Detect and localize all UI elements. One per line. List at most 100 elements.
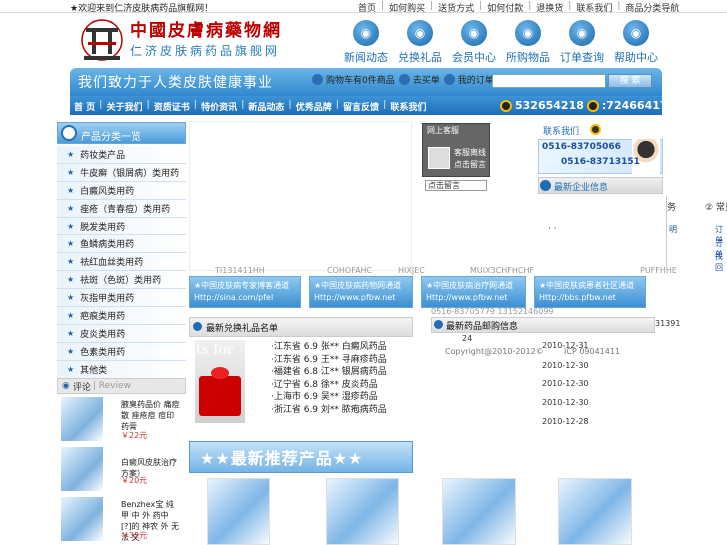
qq-penguin-icon bbox=[500, 99, 512, 112]
nav-basket[interactable]: ◉ 所购物品 bbox=[504, 20, 552, 65]
checkout-icon bbox=[398, 74, 410, 85]
channel-link[interactable]: ★中国皮肤病专家博客通道 Http://sina.com/pfel bbox=[189, 276, 301, 308]
separator: | bbox=[193, 100, 198, 110]
strip-text: MUIX3CHFHCHF bbox=[470, 266, 535, 275]
channel-title: ★中国皮肤病药物网通道 bbox=[314, 281, 402, 290]
gift-entry: ·江东省 6.9 王** 寻麻疹药品 bbox=[271, 354, 387, 365]
search-button[interactable]: 搜 索 bbox=[608, 74, 652, 88]
category-label: 牛皮癣（银屑病）类用药 bbox=[80, 168, 180, 179]
category-item[interactable]: ★ 药妆类产品 bbox=[57, 146, 186, 164]
my-orders-link[interactable]: 我的订单 bbox=[458, 73, 494, 86]
review-label: 评论 bbox=[72, 382, 91, 393]
search-input[interactable] bbox=[492, 74, 606, 88]
product-thumbnail[interactable] bbox=[61, 397, 103, 441]
recommended-product[interactable] bbox=[558, 478, 632, 545]
far-right-link[interactable]: 明 bbox=[669, 224, 677, 235]
category-item[interactable]: ★ 色素类用药 bbox=[57, 342, 186, 361]
nav-item-certs[interactable]: 资质证书 bbox=[154, 100, 190, 113]
category-item[interactable]: ★ 疤痕类用药 bbox=[57, 307, 186, 325]
service-message-link[interactable]: 点击留言 bbox=[454, 159, 486, 170]
nav-item-about[interactable]: 关于我们 bbox=[106, 100, 142, 113]
category-item[interactable]: ★ 痤疮（青春痘）类用药 bbox=[57, 199, 186, 218]
basket-icon: ◉ bbox=[515, 20, 541, 46]
category-label: 祛红血丝类用药 bbox=[80, 258, 144, 269]
category-item[interactable]: ★ 脱发类用药 bbox=[57, 217, 186, 236]
category-item[interactable]: ★ 白癜风类用药 bbox=[57, 181, 186, 200]
nav-news[interactable]: ◉ 新闻动态 bbox=[342, 20, 390, 65]
nav-member[interactable]: ◉ 会员中心 bbox=[450, 20, 498, 65]
channel-title: ★中国皮肤病患者社区通道 bbox=[539, 281, 635, 290]
top-link-categories[interactable]: 商品分类导航 bbox=[625, 1, 679, 14]
review-en-label: | Review bbox=[92, 381, 131, 391]
member-icon: ◉ bbox=[461, 20, 487, 46]
nav-item-home[interactable]: 首 页 bbox=[74, 100, 95, 113]
qq-number-1[interactable]: 532654218 bbox=[515, 99, 584, 112]
welcome-text: ★欢迎来到仁济皮肤病药品旗舰网！ bbox=[70, 4, 214, 14]
recommended-product[interactable] bbox=[326, 478, 399, 545]
top-link-contact[interactable]: 联系我们 bbox=[576, 1, 612, 14]
category-label: 灰指甲类用药 bbox=[80, 294, 135, 305]
nav-help[interactable]: ◉ 帮助中心 bbox=[612, 20, 660, 65]
review-item[interactable]: 白癜风皮肤治疗方案） ￥20元 bbox=[57, 447, 186, 493]
separator: | bbox=[528, 1, 532, 11]
channel-link[interactable]: ★中国皮肤病治疗网通道 Http://www.pfbw.net bbox=[421, 276, 526, 308]
separator: | bbox=[99, 100, 103, 110]
separator: | bbox=[430, 1, 434, 11]
recommended-title: ★★最新推荐产品★★ bbox=[200, 449, 364, 468]
category-label: 色素类用药 bbox=[80, 347, 126, 358]
top-link-payment[interactable]: 如何付款 bbox=[487, 1, 523, 14]
logo-title: 中國皮膚病藥物網 bbox=[130, 21, 282, 41]
review-item-price: ￥22元 bbox=[121, 431, 148, 440]
category-item[interactable]: ★ 祛红血丝类用药 bbox=[57, 253, 186, 272]
category-item[interactable]: ★ 皮炎类用药 bbox=[57, 324, 186, 343]
star-icon: ★ bbox=[67, 185, 75, 195]
far-right-link[interactable]: 找回 bbox=[715, 251, 727, 273]
category-item[interactable]: ★ 鱼鳞病类用药 bbox=[57, 235, 186, 254]
top-link-delivery[interactable]: 送货方式 bbox=[438, 1, 474, 14]
nav-item-specials[interactable]: 特价资讯 bbox=[201, 100, 237, 113]
top-link-how-to-buy[interactable]: 如何购买 bbox=[389, 1, 425, 14]
separator: | bbox=[241, 100, 245, 110]
top-link-returns[interactable]: 退换货 bbox=[536, 1, 563, 14]
review-header: ◉ 评论 | Review bbox=[57, 378, 186, 394]
recommended-product[interactable] bbox=[442, 478, 516, 545]
nav-gift[interactable]: ◉ 兑换礼品 bbox=[396, 20, 444, 65]
channel-link[interactable]: ★中国皮肤病患者社区通道 Http://bbs.pfbw.net bbox=[534, 276, 646, 308]
qq-contacts: 532654218 : 724664172 bbox=[497, 99, 675, 112]
news-date: 2010-12-30 bbox=[542, 361, 589, 370]
product-thumbnail[interactable] bbox=[61, 497, 103, 541]
separator: | bbox=[335, 100, 339, 110]
nav-item-new[interactable]: 新品动态 bbox=[248, 100, 284, 113]
separator: | bbox=[381, 1, 385, 11]
nav-item-feedback[interactable]: 留言反馈 bbox=[343, 100, 379, 113]
category-item[interactable]: ★ 灰指甲类用药 bbox=[57, 289, 186, 308]
gift-header-icon bbox=[193, 322, 202, 331]
channel-url: Http://bbs.pfbw.net bbox=[539, 293, 616, 302]
channel-link[interactable]: ★中国皮肤病药物网通道 Http://www.pfbw.net bbox=[309, 276, 413, 308]
nav-item-contact[interactable]: 联系我们 bbox=[390, 100, 426, 113]
nav-order[interactable]: ◉ 订单查询 bbox=[558, 20, 606, 65]
slogan: 我们致力于人类皮肤健康事业 bbox=[78, 75, 273, 91]
category-label: 白癜风类用药 bbox=[80, 186, 135, 197]
star-icon: ★ bbox=[67, 257, 75, 267]
qq-number-2[interactable]: 724664172 bbox=[606, 99, 675, 112]
checkout-link[interactable]: 去买单 bbox=[413, 73, 440, 86]
category-item[interactable]: ★ 祛斑（色斑）类用药 bbox=[57, 271, 186, 290]
category-item[interactable]: ★ 牛皮癣（银屑病）类用药 bbox=[57, 163, 186, 182]
star-icon: ★ bbox=[67, 221, 75, 231]
category-label: 其他类 bbox=[80, 365, 108, 376]
news-side-number: 24 bbox=[462, 334, 473, 343]
recommended-product[interactable] bbox=[207, 478, 270, 545]
review-item[interactable]: 腋臭药品价 痛痘散 痤疮痘 痘印 药膏 ￥22元 bbox=[57, 397, 186, 443]
category-item[interactable]: ★ 其他类 bbox=[57, 360, 186, 379]
review-item[interactable]: Benzhex宝 纯 甲 中 外 药中 [?]的 神农 外 无 法 文 ￥32元 bbox=[57, 497, 186, 543]
nav-item-brands[interactable]: 优秀品牌 bbox=[296, 100, 332, 113]
top-links: 首页 | 如何购买 | 送货方式 | 如何付款 | 退换货 | 联系我们 | 商品分类导航 bbox=[358, 1, 679, 14]
product-thumbnail[interactable] bbox=[61, 447, 103, 491]
review-item-text[interactable]: 腋臭药品价 痛痘散 痤疮痘 痘印 药膏 bbox=[121, 399, 181, 432]
site-logo[interactable] bbox=[78, 16, 126, 68]
service-offline-text[interactable]: 客服离线 bbox=[454, 147, 486, 158]
top-link-home[interactable]: 首页 bbox=[358, 1, 376, 14]
message-input[interactable]: 点击留言 bbox=[425, 180, 487, 191]
cart-link[interactable]: 购物车有0件商品 bbox=[326, 73, 395, 86]
